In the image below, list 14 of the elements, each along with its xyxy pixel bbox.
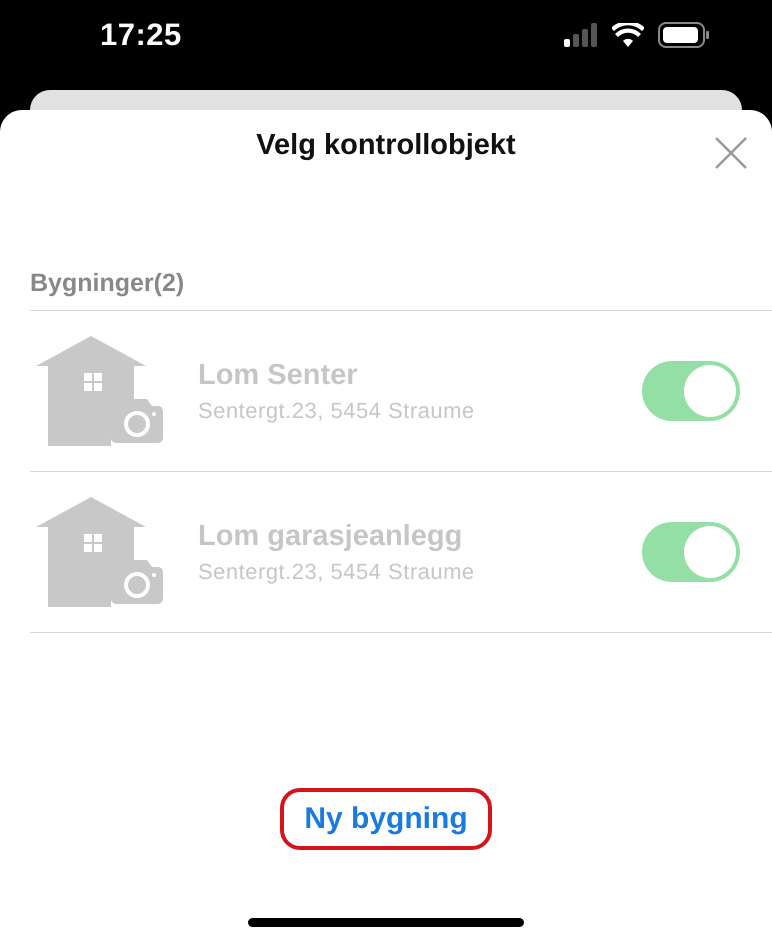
building-name: Lom garasjeanlegg xyxy=(198,520,464,552)
close-icon[interactable] xyxy=(714,136,748,170)
building-address: Sentergt.23, 5454 Straume xyxy=(198,398,476,424)
signal-icon xyxy=(564,23,598,47)
status-time: 17:25 xyxy=(100,17,183,53)
wifi-icon xyxy=(612,23,644,47)
section-header: Bygninger(2) xyxy=(30,268,184,298)
building-address: Sentergt.23, 5454 Straume xyxy=(198,558,476,584)
battery-icon xyxy=(658,22,710,48)
sheet-title: Velg kontrollobjekt xyxy=(256,128,516,162)
house-camera-icon xyxy=(36,336,166,446)
building-name: Lom Senter xyxy=(198,358,359,392)
new-building-button[interactable]: Ny bygning xyxy=(280,788,492,850)
house-camera-icon xyxy=(36,497,166,607)
